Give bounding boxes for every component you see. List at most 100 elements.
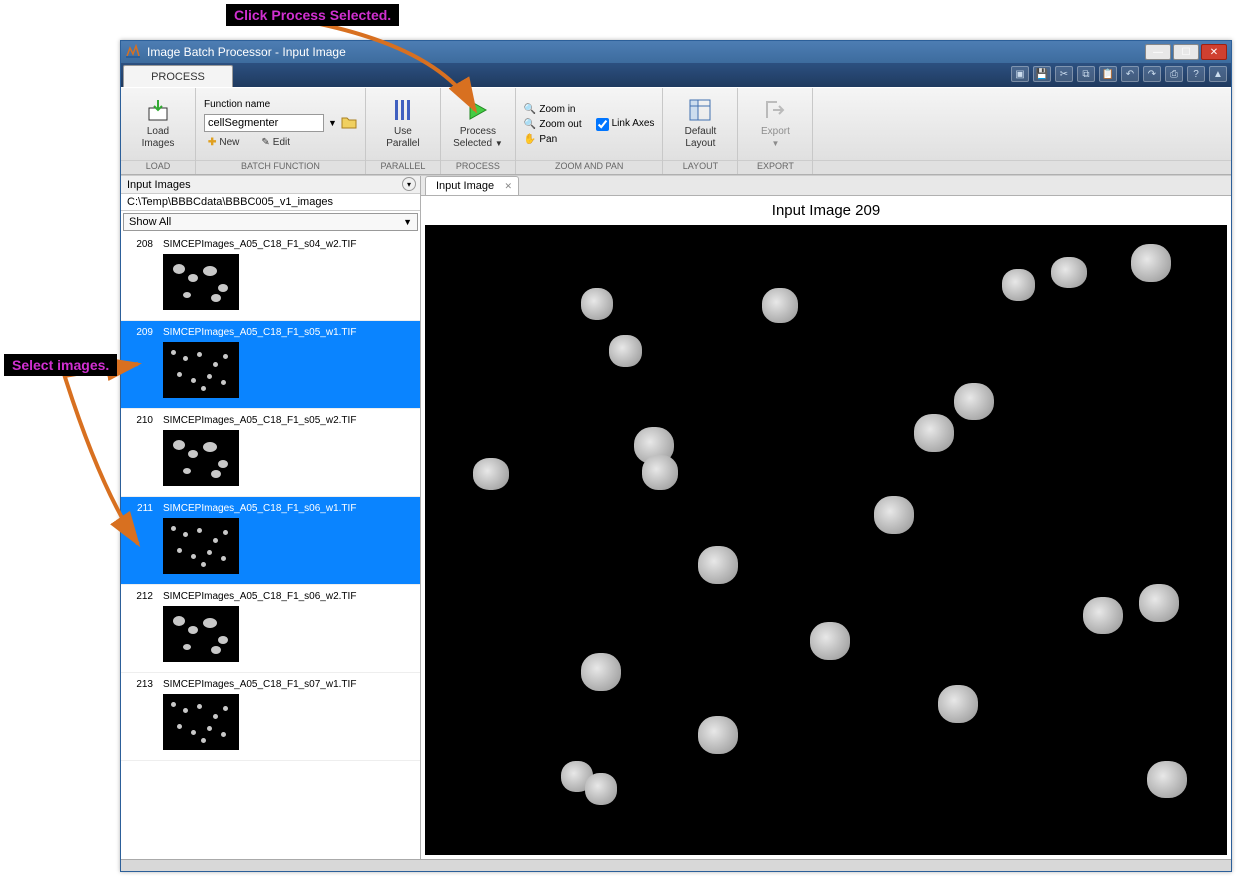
zoom-out-button[interactable]: 🔍Zoom out [524,119,582,130]
group-parallel-label: PARALLEL [366,160,440,174]
zoom-in-icon: 🔍 [524,104,536,115]
cell-blob [874,496,914,534]
maximize-button[interactable]: ☐ [1173,44,1199,60]
list-item[interactable]: 208 SIMCEPImages_A05_C18_F1_s04_w2.TIF [121,233,420,321]
sidebar-menu-icon[interactable]: ▾ [402,177,416,191]
group-export-label: EXPORT [738,160,812,174]
item-filename: SIMCEPImages_A05_C18_F1_s05_w2.TIF [163,415,356,426]
link-axes-checkbox[interactable] [596,118,609,131]
cell-blob [914,414,954,452]
viewer-title: Input Image 209 [421,196,1231,225]
app-logo-icon [125,44,141,60]
cell-blob [698,546,738,584]
list-item[interactable]: 212SIMCEPImages_A05_C18_F1_s06_w2.TIF [121,585,420,673]
tab-process[interactable]: PROCESS [123,65,233,87]
tab-input-image[interactable]: Input Image ✕ [425,176,519,195]
zoom-out-label: Zoom out [539,119,581,130]
pan-button[interactable]: ✋Pan [524,134,582,145]
redo-icon[interactable]: ↷ [1143,66,1161,82]
paste-icon[interactable]: 📋 [1099,66,1117,82]
list-item[interactable]: 210SIMCEPImages_A05_C18_F1_s05_w2.TIF [121,409,420,497]
copy-icon[interactable]: ⧉ [1077,66,1095,82]
thumbnail [163,254,239,310]
close-tab-icon[interactable]: ✕ [505,181,513,192]
sidebar-path: C:\Temp\BBBCdata\BBBC005_v1_images [121,194,420,211]
group-batch-label: BATCH FUNCTION [196,160,365,174]
default-layout-label: Default Layout [685,126,717,150]
plus-icon: ✚ [208,137,216,148]
export-icon [763,98,787,122]
filter-label: Show All [129,216,171,228]
tab-input-image-label: Input Image [436,180,494,192]
app-window: Image Batch Processor - Input Image — ☐ … [120,40,1232,872]
cell-blob [609,335,641,367]
print-icon[interactable]: ⎙ [1165,66,1183,82]
annotation-left: Select images. [4,354,117,376]
ribbon: Load Images LOAD Function name ▼ ✚ [121,87,1231,175]
quick-action-icon[interactable]: ▣ [1011,66,1029,82]
titlebar[interactable]: Image Batch Processor - Input Image — ☐ … [121,41,1231,63]
load-images-button[interactable]: Load Images [129,92,187,156]
export-label: Export ▼ [761,126,790,150]
arrow-top [300,20,500,130]
collapse-ribbon-icon[interactable]: ▲ [1209,66,1227,82]
cell-blob [1083,597,1123,635]
image-viewer[interactable] [425,225,1227,855]
cell-blob [1002,269,1034,301]
list-item[interactable]: 211SIMCEPImages_A05_C18_F1_s06_w1.TIF [121,497,420,585]
cell-blob [1139,584,1179,622]
load-images-label: Load Images [142,126,175,150]
cell-blob [698,716,738,754]
save-icon[interactable]: 💾 [1033,66,1051,82]
thumbnail [163,606,239,662]
new-function-button[interactable]: ✚ New [204,136,243,149]
export-button[interactable]: Export ▼ [746,92,804,156]
cell-blob [954,383,994,421]
cell-blob [1147,761,1187,799]
item-number: 209 [129,327,153,338]
load-images-icon [146,98,170,122]
help-icon[interactable]: ? [1187,66,1205,82]
thumbnail [163,518,239,574]
close-button[interactable]: ✕ [1201,44,1227,60]
new-label: New [219,137,239,148]
pencil-icon: ✎ [261,137,269,148]
cell-blob [1051,257,1087,289]
pan-label: Pan [539,134,557,145]
edit-function-button[interactable]: ✎ Edit [257,136,294,149]
undo-icon[interactable]: ↶ [1121,66,1139,82]
group-process-label: PROCESS [441,160,515,174]
sidebar-title: Input Images [127,179,191,191]
dropdown-arrow-icon: ▼ [495,139,503,148]
cell-blob [762,288,798,323]
hand-icon: ✋ [524,134,536,145]
default-layout-button[interactable]: Default Layout [671,92,729,156]
sidebar: Input Images ▾ C:\Temp\BBBCdata\BBBC005_… [121,176,421,859]
item-number: 213 [129,679,153,690]
layout-icon [688,98,712,122]
cell-blob [585,773,617,805]
arrow-left-2 [60,368,150,558]
item-filename: SIMCEPImages_A05_C18_F1_s06_w2.TIF [163,591,356,602]
list-item[interactable]: 209SIMCEPImages_A05_C18_F1_s05_w1.TIF [121,321,420,409]
main-panel: Input Image ✕ Input Image 209 [421,176,1231,859]
zoom-in-button[interactable]: 🔍Zoom in [524,104,582,115]
dropdown-arrow-icon: ▼ [771,139,779,148]
minimize-button[interactable]: — [1145,44,1171,60]
cut-icon[interactable]: ✂ [1055,66,1073,82]
cell-blob [1131,244,1171,282]
list-item[interactable]: 213SIMCEPImages_A05_C18_F1_s07_w1.TIF [121,673,420,761]
edit-label: Edit [273,137,290,148]
statusbar [121,859,1231,871]
sidebar-header: Input Images ▾ [121,176,420,194]
filter-dropdown[interactable]: Show All ▼ [123,213,418,231]
link-axes-label: Link Axes [612,118,655,129]
cell-blob [938,685,978,723]
cell-blob [642,455,678,490]
annotation-top: Click Process Selected. [226,4,399,26]
item-filename: SIMCEPImages_A05_C18_F1_s04_w2.TIF [163,239,356,250]
image-list[interactable]: 208 SIMCEPImages_A05_C18_F1_s04_w2.TIF 209… [121,233,420,859]
zoom-out-icon: 🔍 [524,119,536,130]
cell-blob [473,458,509,490]
item-number: 208 [129,239,153,250]
